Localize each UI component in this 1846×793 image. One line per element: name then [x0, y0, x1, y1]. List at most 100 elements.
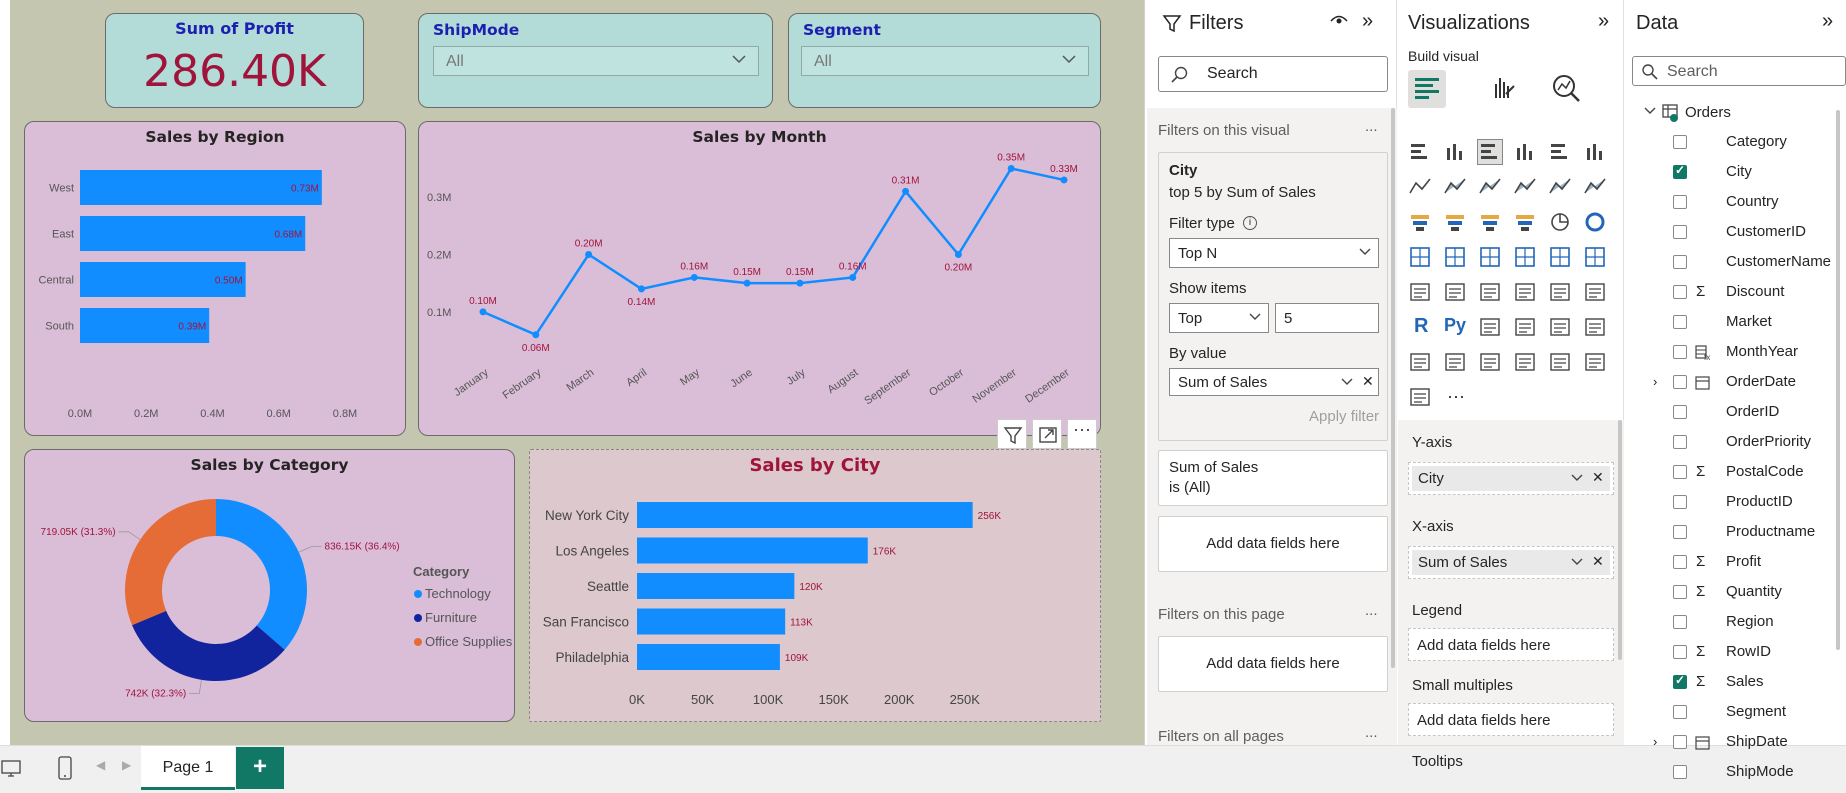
field-checkbox[interactable]	[1673, 255, 1687, 269]
field-productid[interactable]: ProductID	[1625, 488, 1835, 518]
close-icon[interactable]: ✕	[1362, 373, 1374, 390]
mobile-view-icon[interactable]	[53, 754, 77, 782]
field-checkbox[interactable]	[1673, 195, 1687, 209]
map-icon[interactable]	[1443, 245, 1467, 269]
field-checkbox[interactable]	[1673, 765, 1687, 779]
field-quantity[interactable]: Σ Quantity	[1625, 578, 1835, 608]
chevron-right-icon[interactable]: ›	[1653, 734, 1657, 749]
field-profit[interactable]: Σ Profit	[1625, 548, 1835, 578]
data-scrollbar[interactable]	[1836, 110, 1840, 650]
apply-filter-button[interactable]: Apply filter	[1309, 408, 1379, 425]
analytics-icon[interactable]	[1550, 72, 1582, 104]
power-apps-icon[interactable]	[1478, 350, 1502, 374]
field-checkbox[interactable]	[1673, 135, 1687, 149]
field-region[interactable]: Region	[1625, 608, 1835, 638]
kpi-card[interactable]: Sum of Profit 286.40K	[105, 13, 364, 108]
line-clustered-column-icon[interactable]	[1583, 175, 1607, 199]
qa-icon[interactable]	[1548, 315, 1572, 339]
field-discount[interactable]: Σ Discount	[1625, 278, 1835, 308]
shipmode-slicer[interactable]: ShipMode All	[418, 13, 773, 108]
field-customerid[interactable]: CustomerID	[1625, 218, 1835, 248]
field-checkbox[interactable]	[1673, 375, 1687, 389]
azure-map-icon[interactable]	[1548, 245, 1572, 269]
focus-mode-icon[interactable]	[1032, 419, 1062, 449]
close-icon[interactable]: ✕	[1592, 553, 1604, 570]
kpi-icon[interactable]	[1478, 280, 1502, 304]
data-search-input[interactable]: Search	[1632, 56, 1846, 86]
yaxis-well[interactable]: City ✕	[1408, 462, 1614, 495]
segment-slicer[interactable]: Segment All	[788, 13, 1101, 108]
xaxis-well[interactable]: Sum of Sales ✕	[1408, 546, 1614, 579]
format-visual-icon[interactable]	[1486, 72, 1518, 104]
close-icon[interactable]: ✕	[1592, 469, 1604, 486]
show-items-count-input[interactable]: 5	[1275, 303, 1379, 333]
r-visual-icon[interactable]: R	[1408, 315, 1432, 339]
field-shipdate[interactable]: › ShipDate	[1625, 728, 1835, 758]
line-chart-icon[interactable]	[1408, 175, 1432, 199]
scatter-chart-icon[interactable]	[1513, 210, 1537, 234]
yaxis-field[interactable]: City ✕	[1412, 466, 1610, 491]
donut-chart-icon[interactable]	[1583, 210, 1607, 234]
eye-icon[interactable]	[1330, 14, 1348, 28]
field-orderid[interactable]: OrderID	[1625, 398, 1835, 428]
funnel-chart-icon[interactable]	[1478, 210, 1502, 234]
previous-page-icon[interactable]: ◀	[96, 758, 105, 772]
sales-by-category-visual[interactable]: Sales by Category 836.15K (36.4%) 742K (3…	[24, 449, 515, 722]
collapse-visualizations-icon[interactable]: »	[1598, 10, 1609, 33]
slicer-icon[interactable]	[1513, 280, 1537, 304]
field-checkbox[interactable]	[1673, 525, 1687, 539]
shape-map-icon[interactable]	[1513, 245, 1537, 269]
stacked-column-chart-icon[interactable]	[1443, 140, 1467, 164]
filled-map-icon[interactable]	[1478, 245, 1502, 269]
by-value-field-well[interactable]: Sum of Sales ✕	[1169, 368, 1379, 396]
field-sales[interactable]: Σ Sales	[1625, 668, 1835, 698]
collapse-data-icon[interactable]: »	[1822, 10, 1833, 33]
field-checkbox[interactable]	[1673, 735, 1687, 749]
more-visuals-icon[interactable]: ⋯	[1443, 385, 1467, 409]
field-city[interactable]: City	[1625, 158, 1835, 188]
field-checkbox[interactable]	[1673, 285, 1687, 299]
python-visual-icon[interactable]: Py	[1443, 315, 1467, 339]
diamond-icon[interactable]	[1583, 350, 1607, 374]
metrics-icon[interactable]	[1548, 350, 1572, 374]
field-country[interactable]: Country	[1625, 188, 1835, 218]
small-multiples-well[interactable]: Add data fields here	[1408, 703, 1614, 736]
field-checkbox[interactable]	[1673, 673, 1687, 689]
line-column-chart-icon[interactable]	[1548, 175, 1572, 199]
field-customername[interactable]: CustomerName	[1625, 248, 1835, 278]
field-checkbox[interactable]	[1673, 615, 1687, 629]
field-checkbox[interactable]	[1673, 495, 1687, 509]
100-bar-chart-icon[interactable]	[1548, 140, 1572, 164]
viz-scrollbar[interactable]	[1618, 420, 1622, 660]
page-filters-more-icon[interactable]: ...	[1365, 602, 1378, 619]
waterfall-chart-icon[interactable]	[1443, 210, 1467, 234]
field-checkbox[interactable]	[1673, 345, 1687, 359]
all-pages-more-icon[interactable]: ...	[1365, 724, 1378, 741]
field-checkbox[interactable]	[1673, 405, 1687, 419]
page-tab-page-1[interactable]: Page 1	[141, 746, 235, 790]
field-checkbox[interactable]	[1673, 435, 1687, 449]
100-column-chart-icon[interactable]	[1583, 140, 1607, 164]
field-checkbox[interactable]	[1673, 465, 1687, 479]
field-market[interactable]: Market	[1625, 308, 1835, 338]
build-visual-tab-icon[interactable]	[1408, 70, 1446, 108]
ribbon-chart-icon[interactable]	[1408, 210, 1432, 234]
field-checkbox[interactable]	[1673, 645, 1687, 659]
field-checkbox[interactable]	[1673, 555, 1687, 569]
filter-icon[interactable]	[997, 419, 1027, 449]
clustered-column-chart-icon[interactable]	[1513, 140, 1537, 164]
sales-by-month-visual[interactable]: Sales by Month 0.1M 0.2M 0.3M 0.10M January 0…	[418, 121, 1101, 436]
table-icon[interactable]	[1548, 280, 1572, 304]
page-add-fields-well[interactable]: Add data fields here	[1158, 636, 1388, 692]
chevron-down-icon[interactable]	[1643, 104, 1657, 123]
field-orderpriority[interactable]: OrderPriority	[1625, 428, 1835, 458]
collapse-filters-icon[interactable]: »	[1362, 10, 1373, 33]
pie-chart-icon[interactable]	[1548, 210, 1572, 234]
sales-by-region-visual[interactable]: Sales by Region West 0.73M East 0.68M Centra…	[24, 121, 406, 436]
next-page-icon[interactable]: ▶	[122, 758, 131, 772]
smart-narrative-icon[interactable]	[1408, 385, 1432, 409]
stacked-bar-chart-icon[interactable]	[1408, 140, 1432, 164]
add-page-button[interactable]: +	[236, 747, 284, 789]
stacked-area-chart-icon[interactable]	[1478, 175, 1502, 199]
key-influencers-icon[interactable]	[1478, 315, 1502, 339]
